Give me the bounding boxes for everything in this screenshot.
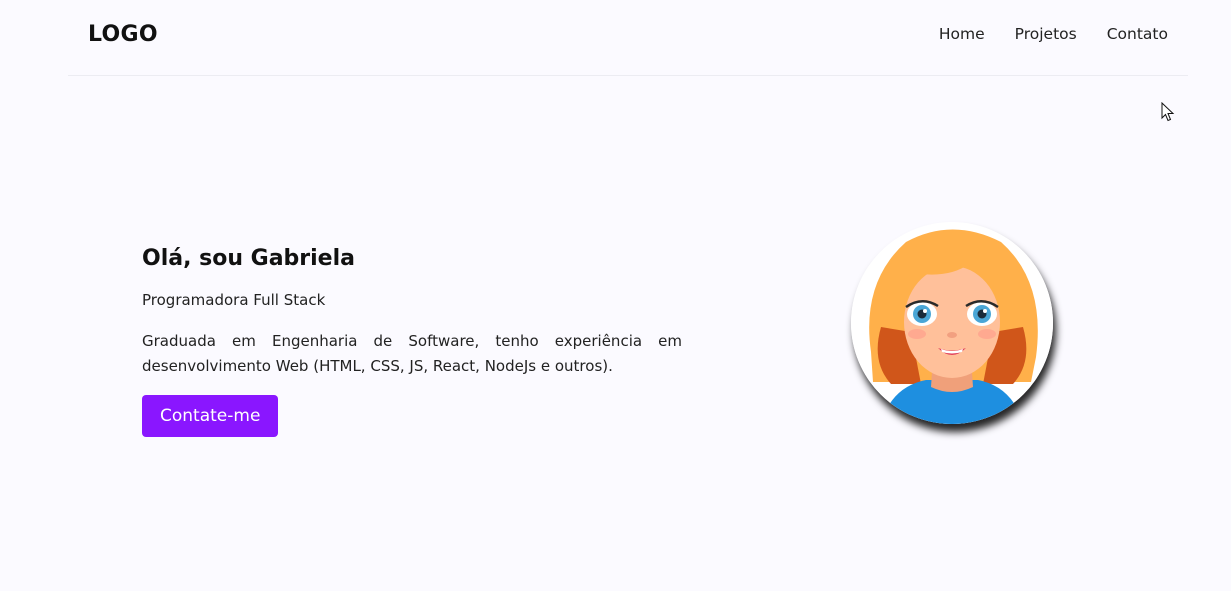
girl-avatar-icon [851, 222, 1053, 424]
mouse-cursor-icon [1161, 102, 1175, 122]
main-nav: Home Projetos Contato [939, 25, 1168, 43]
nav-contato[interactable]: Contato [1107, 25, 1168, 43]
contact-button[interactable]: Contate-me [142, 395, 279, 437]
logo[interactable]: LOGO [88, 22, 158, 47]
hero-title: Olá, sou Gabriela [142, 246, 355, 271]
hero-description: Graduada em Engenharia de Software, tenh… [142, 332, 682, 375]
nav-projetos[interactable]: Projetos [1015, 25, 1077, 43]
page: LOGO Home Projetos Contato Olá, sou Gabr… [0, 0, 1231, 591]
hero-subtitle: Programadora Full Stack [142, 291, 326, 309]
site-header: LOGO Home Projetos Contato [68, 0, 1188, 76]
hero-section: Olá, sou Gabriela Programadora Full Stac… [142, 246, 682, 437]
avatar [851, 222, 1053, 424]
nav-home[interactable]: Home [939, 25, 985, 43]
